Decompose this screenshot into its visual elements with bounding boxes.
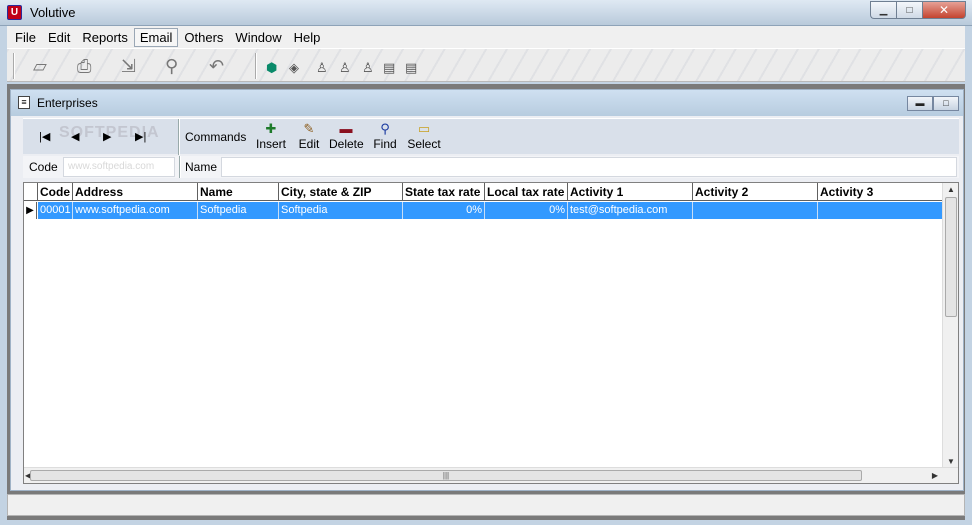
- person-icon[interactable]: ♙: [316, 58, 328, 78]
- child-window-controls: ▬ □: [907, 96, 959, 111]
- status-bar: [7, 494, 965, 516]
- menu-window[interactable]: Window: [229, 28, 287, 47]
- previous-record-icon[interactable]: ◀: [71, 130, 79, 143]
- new-document-icon[interactable]: ▱: [33, 56, 47, 76]
- find-button[interactable]: ⚲ Find: [373, 121, 397, 153]
- minus-icon: ▬: [339, 121, 353, 136]
- commands-label: Commands: [185, 130, 247, 144]
- undo-icon[interactable]: ↶: [209, 56, 224, 76]
- box-icon[interactable]: ◈: [289, 58, 299, 78]
- find-label: Find: [373, 137, 397, 151]
- menu-others[interactable]: Others: [178, 28, 229, 47]
- column-header[interactable]: Address: [73, 183, 198, 201]
- edit-label: Edit: [298, 137, 320, 151]
- name-filter-label: Name: [185, 160, 218, 174]
- book-icon: ≡: [18, 96, 30, 109]
- select-label: Select: [407, 137, 441, 151]
- column-header[interactable]: City, state & ZIP: [279, 183, 403, 201]
- filter-bar: Code www.softpedia.com Name: [23, 156, 959, 178]
- menu-help[interactable]: Help: [288, 28, 327, 47]
- column-header[interactable]: State tax rate: [403, 183, 485, 201]
- app-icon: U: [7, 5, 22, 20]
- child-minimize-button[interactable]: ▬: [907, 96, 933, 111]
- insert-label: Insert: [256, 137, 287, 151]
- minimize-button[interactable]: ▁: [870, 1, 896, 19]
- row-indicator-header: [24, 183, 38, 201]
- menu-bar: File Edit Reports Email Others Window He…: [7, 26, 965, 48]
- menu-reports[interactable]: Reports: [76, 28, 134, 47]
- menu-file[interactable]: File: [9, 28, 42, 47]
- cell-city[interactable]: Softpedia: [279, 202, 403, 219]
- menu-email[interactable]: Email: [133, 27, 179, 47]
- child-window-title: Enterprises: [37, 96, 98, 110]
- mdi-area: ≡ Enterprises ▬ □ SOFTPEDIA |◀ ◀ ▶ ▶| Co…: [7, 84, 965, 520]
- document-icon[interactable]: ▤: [405, 58, 417, 78]
- column-header[interactable]: Activity 1: [568, 183, 693, 201]
- close-button[interactable]: ✕: [922, 1, 966, 19]
- toolbar-grip: [255, 53, 257, 79]
- last-record-icon[interactable]: ▶|: [135, 130, 146, 143]
- command-separator: [178, 119, 180, 155]
- delete-label: Delete: [329, 137, 364, 151]
- toolbar-grip: [13, 53, 15, 79]
- first-record-icon[interactable]: |◀: [39, 130, 50, 143]
- cell-state-tax[interactable]: 0%: [403, 202, 485, 219]
- code-filter-input[interactable]: www.softpedia.com: [63, 157, 175, 177]
- delete-button[interactable]: ▬ Delete: [329, 121, 364, 153]
- vertical-scrollbar[interactable]: ▲ ▼: [942, 183, 958, 468]
- cell-name[interactable]: Softpedia: [198, 202, 279, 219]
- cell-activity-3[interactable]: [818, 202, 943, 219]
- vertical-scroll-thumb[interactable]: [945, 197, 957, 317]
- name-filter-input[interactable]: [221, 157, 957, 177]
- child-title-bar: ≡ Enterprises ▬ □: [11, 90, 963, 116]
- table-row[interactable]: ▶ 00001 www.softpedia.com Softpedia Soft…: [24, 202, 944, 219]
- scroll-up-icon[interactable]: ▲: [947, 185, 955, 194]
- person-icon[interactable]: ♙: [339, 58, 351, 78]
- current-row-indicator-icon: ▶: [24, 202, 37, 219]
- folder-icon: ▭: [417, 121, 431, 136]
- cell-activity-2[interactable]: [693, 202, 818, 219]
- scroll-down-icon[interactable]: ▼: [947, 457, 955, 466]
- command-bar: SOFTPEDIA |◀ ◀ ▶ ▶| Commands ✚ Insert ✎ …: [23, 118, 959, 155]
- export-icon[interactable]: ⇲: [121, 56, 136, 76]
- next-record-icon[interactable]: ▶: [103, 130, 111, 143]
- magnifier-icon: ⚲: [380, 121, 390, 136]
- pencil-icon: ✎: [303, 121, 315, 136]
- cell-code[interactable]: 00001: [38, 202, 73, 219]
- column-header[interactable]: Activity 2: [693, 183, 818, 201]
- cell-address[interactable]: www.softpedia.com: [73, 202, 198, 219]
- horizontal-scroll-thumb[interactable]: |||: [30, 470, 862, 481]
- tools-icon[interactable]: ⚲: [165, 56, 178, 76]
- grid-header: Code Address Name City, state & ZIP Stat…: [24, 183, 944, 201]
- code-filter-label: Code: [29, 160, 58, 174]
- database-icon[interactable]: ⬢: [266, 58, 277, 78]
- maximize-button[interactable]: □: [896, 1, 922, 19]
- filter-separator: [179, 156, 181, 178]
- printer-icon[interactable]: ⎙: [77, 56, 91, 76]
- column-header[interactable]: Code: [38, 183, 73, 201]
- title-bar: U Volutive ▁ □ ✕: [0, 0, 972, 26]
- menu-edit[interactable]: Edit: [42, 28, 76, 47]
- horizontal-scrollbar[interactable]: ◀ ||| ▶: [24, 467, 958, 483]
- enterprises-window: ≡ Enterprises ▬ □ SOFTPEDIA |◀ ◀ ▶ ▶| Co…: [10, 89, 964, 491]
- plus-icon: ✚: [265, 121, 277, 136]
- insert-button[interactable]: ✚ Insert: [256, 121, 286, 153]
- column-header[interactable]: Name: [198, 183, 279, 201]
- cell-activity-1[interactable]: test@softpedia.com: [568, 202, 693, 219]
- child-restore-button[interactable]: □: [933, 96, 959, 111]
- select-button[interactable]: ▭ Select: [407, 121, 441, 153]
- person-icon[interactable]: ♙: [362, 58, 374, 78]
- edit-button[interactable]: ✎ Edit: [296, 121, 322, 153]
- scroll-right-icon[interactable]: ▶: [932, 471, 938, 480]
- column-header[interactable]: Activity 3: [818, 183, 943, 201]
- enterprises-grid: Code Address Name City, state & ZIP Stat…: [23, 182, 959, 484]
- column-header[interactable]: Local tax rate: [485, 183, 568, 201]
- window-title: Volutive: [30, 5, 76, 20]
- window-controls: ▁ □ ✕: [870, 1, 966, 19]
- main-toolbar: ▱ ⎙ ⇲ ⚲ ↶ ⬢ ◈ ♙ ♙ ♙ ▤ ▤: [7, 48, 965, 82]
- document-icon[interactable]: ▤: [383, 58, 395, 78]
- cell-local-tax[interactable]: 0%: [485, 202, 568, 219]
